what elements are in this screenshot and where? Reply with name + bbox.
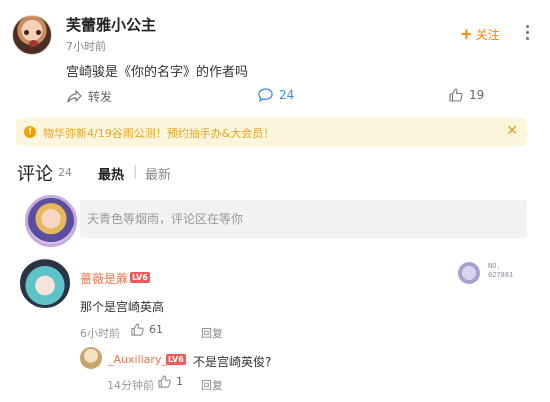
comment-icon [258,88,273,102]
reply-button[interactable]: 回复 [201,325,223,341]
like-icon [449,88,463,102]
reply-author-name[interactable]: _Auxiliary_ [108,353,167,366]
comments-count: 24 [58,166,72,179]
comment-like-count: 61 [149,323,163,336]
comment-author-name[interactable]: 蔷薇是蔴 [80,270,128,287]
repost-button[interactable]: 转发 [67,88,112,105]
like-icon [131,323,144,336]
reply-like-button[interactable]: 1 [158,375,183,388]
post-content: 宫崎骏是《你的名字》的作者吗 [66,65,249,80]
fan-badge-label: NO. 027881 [488,262,514,279]
plus-icon: + [460,25,473,43]
close-icon[interactable]: ✕ [506,123,518,139]
more-icon[interactable] [521,22,535,42]
post-author-avatar[interactable] [12,15,52,55]
comment-text: 那个是宫崎英高 [80,300,165,314]
reply-text: 不是宫崎英俊? [193,355,272,369]
banner-text[interactable]: 物华弥新4/19谷雨公测！预约抽手办&大会员！ [43,125,274,141]
comment-button[interactable]: 24 [258,88,294,102]
promo-banner[interactable]: ! 物华弥新4/19谷雨公测！预约抽手办&大会员！ ✕ [16,118,527,146]
reply-timestamp: 14分钟前 [107,379,154,392]
reply-avatar[interactable] [80,347,102,369]
follow-label: 关注 [475,28,500,42]
comment-count: 24 [279,88,295,102]
comment-avatar[interactable] [20,258,70,308]
fan-badge[interactable]: NO. 027881 [456,260,526,284]
comment-like-button[interactable]: 61 [131,323,163,336]
repost-icon [67,90,82,103]
fan-badge-icon [458,262,480,284]
like-button[interactable]: 19 [449,88,484,102]
info-icon: ! [24,126,36,138]
level-badge: LV6 [166,354,186,365]
follow-button[interactable]: + 关注 [460,26,500,43]
post-timestamp: 7小时前 [66,40,106,53]
reply-button[interactable]: 回复 [201,377,223,393]
tab-hot[interactable]: 最热 [98,164,124,183]
like-count: 19 [469,88,485,102]
tab-separator: | [133,164,138,179]
post-author-name[interactable]: 芙蕾雅小公主 [66,14,156,35]
reply-like-count: 1 [176,375,183,388]
comments-title: 评论 [17,164,53,185]
like-icon [158,375,171,388]
current-user-avatar[interactable] [25,195,77,247]
repost-label: 转发 [88,90,113,104]
comment-timestamp: 6小时前 [80,327,120,340]
comment-input[interactable] [80,200,527,238]
tab-new[interactable]: 最新 [145,164,171,183]
level-badge: LV6 [130,272,150,283]
